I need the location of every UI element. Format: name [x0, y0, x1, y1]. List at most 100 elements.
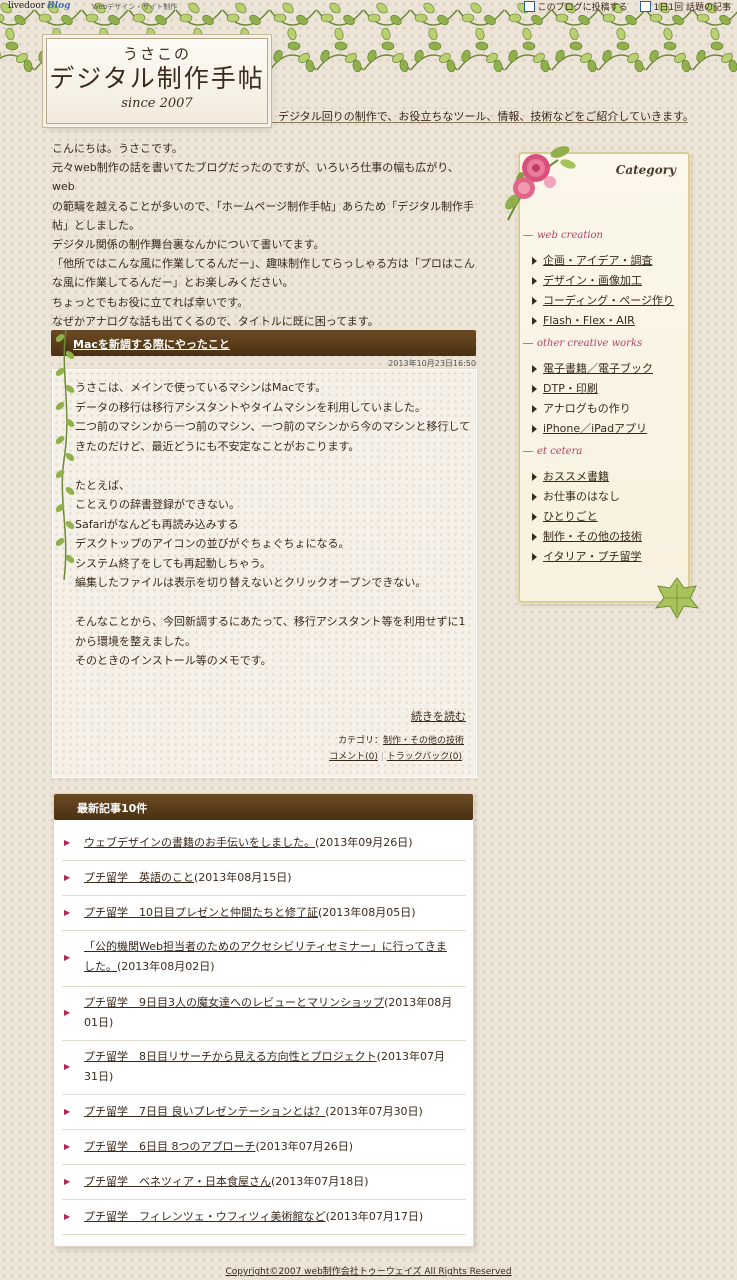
topics-link[interactable]: 1日1回 話題の記事 [639, 0, 731, 13]
bullet-arrow-icon: ▶ [64, 908, 71, 917]
title-line-3: since 2007 [121, 96, 193, 111]
recent-posts-title: 最新記事10件 [77, 802, 148, 815]
sidebar-category-item[interactable]: 企画・アイデア・調査 [532, 252, 652, 268]
recent-post-date: (2013年07月26日) [255, 1140, 354, 1153]
sidebar-category-item[interactable]: おススメ書籍 [532, 468, 609, 484]
recent-post-text: プチ留学 フィレンツェ・ウフィツィ美術館など(2013年07月17日) [84, 1207, 456, 1227]
sidebar-category-item: アナログもの作り [532, 400, 631, 416]
recent-post-text: ウェブデザインの書籍のお手伝いをしました。(2013年09月26日) [84, 833, 456, 853]
sidebar-title: Category [615, 163, 676, 177]
sidebar-category-item[interactable]: 電子書籍／電子ブック [532, 360, 653, 376]
title-line-1: うさこの [122, 45, 191, 63]
recent-post-link[interactable]: プチ留学 10日目プレゼンと仲間たちと修了証 [84, 906, 318, 919]
article-line: たとえば、 [75, 478, 130, 492]
article-line: データの移行は移行アシスタントやタイムマシンを利用していました。 [75, 400, 427, 414]
livedoor-blog-logo[interactable]: livedoor Blog [8, 1, 70, 11]
intro-line: なぜかアナログな話も出てくるので、タイトルに既に困ってます。 [52, 314, 379, 328]
rose-decoration [505, 146, 576, 221]
article-line: システム終了をしても再起動しちゃう。 [75, 556, 272, 570]
recent-post-item: ▶ プチ留学 9日目3人の魔女達へのレビューとマリンショップ(2013年08月01… [62, 987, 466, 1041]
article-line: そんなことから、今回新調するにあたって、移行アシスタント等を利用せずに1 [75, 615, 466, 628]
recent-post-item: ▶ ウェブデザインの書籍のお手伝いをしました。(2013年09月26日) [62, 826, 466, 861]
site-category-link[interactable]: Webデザイン・サイト制作 [92, 2, 177, 12]
ivy-vine-decoration [56, 330, 75, 580]
intro-line: の範疇を越えることが多いので、「ホームページ制作手帖」あらため「デジタル制作手 [52, 199, 474, 213]
bullet-arrow-icon: ▶ [64, 1008, 71, 1017]
sidebar-category-item[interactable]: iPhone／iPadアプリ [532, 420, 647, 436]
article-feedback: コメント(0) | トラックバック(0) [329, 749, 462, 762]
recent-post-link[interactable]: プチ留学 フィレンツェ・ウフィツィ美術館など [84, 1210, 326, 1223]
recent-post-date: (2013年09月26日) [315, 836, 413, 849]
article-line: から環境を整えました。 [75, 634, 196, 648]
post-link[interactable]: このブログに投稿する [523, 0, 628, 13]
article-line: うさこは、メインで使っているマシンはMacです。 [75, 381, 327, 394]
recent-post-date: (2013年07月17日) [325, 1210, 424, 1223]
comments-link[interactable]: コメント(0) [329, 752, 378, 762]
bullet-arrow-icon: ▶ [64, 838, 71, 847]
article-date: 2013年10月23日16:50 [388, 359, 476, 368]
recent-post-item: ▶ プチ留学 フィレンツェ・ウフィツィ美術館など(2013年07月17日) [62, 1200, 466, 1235]
recent-post-link[interactable]: プチ留学 7日目 良いプレゼンテーションとは？ [84, 1105, 325, 1118]
top-bar: livedoor Blog Webデザイン・サイト制作 このブログに投稿する 1日… [0, 0, 737, 14]
article-title-link[interactable]: Macを新調する際にやったこと [73, 336, 230, 352]
intro-line: ちょっとでもお役に立てれば幸いです。 [52, 295, 249, 309]
recent-post-item: ▶ プチ留学 ベネツィア・日本食屋さん(2013年07月18日) [62, 1165, 466, 1200]
page-icon [639, 1, 651, 12]
copyright-link[interactable]: Copyright©2007 web制作会社トゥーウェイズ All Rights… [225, 1267, 511, 1277]
recent-post-text: プチ留学 6日目 8つのアプローチ(2013年07月26日) [84, 1137, 456, 1157]
article-category: カテゴリ：制作・その他の技術 [337, 736, 464, 746]
intro-line: な風に作業してるんだー」とお楽しみください。 [52, 276, 294, 290]
intro-line: デジタル関係の制作舞台裏なんかについて書いてます。 [52, 238, 325, 252]
sidebar-category-item: お仕事のはなし [532, 488, 620, 504]
sidebar-category-item[interactable]: ひとりごと [532, 508, 598, 524]
recent-post-date: (2013年07月30日) [325, 1105, 423, 1118]
article-line: デスクトップのアイコンの並びがぐちょぐちょになる。 [75, 537, 350, 550]
footer: Copyright©2007 web制作会社トゥーウェイズ All Rights… [0, 1264, 737, 1277]
ivy-leaf-decoration [654, 577, 700, 619]
recent-post-item: ▶ 「公的機関Web担当者のためのアクセシビリティセミナー」に行ってきました。(2… [62, 931, 466, 987]
recent-post-text: プチ留学 7日目 良いプレゼンテーションとは？(2013年07月30日) [84, 1102, 456, 1122]
article-text: うさこは、メインで使っているマシンはMacです。 データの移行は移行アシスタント… [75, 378, 470, 671]
recent-post-link[interactable]: プチ留学 英語のこと [84, 871, 194, 884]
meta-separator: | [380, 752, 384, 762]
article-line: きたのだけど、最近どうにも不安定なことがおこります。 [75, 439, 360, 453]
sidebar-category-item[interactable]: 制作・その他の技術 [532, 528, 642, 544]
bullet-arrow-icon: ▶ [64, 1142, 71, 1151]
bullet-arrow-icon: ▶ [64, 953, 71, 962]
article-line: Safariがなんども再読み込みする [75, 517, 239, 531]
recent-post-link[interactable]: プチ留学 8日目リサーチから見える方向性とプロジェクト [84, 1050, 377, 1063]
recent-post-date: (2013年08月15日) [194, 871, 292, 884]
article-line [75, 456, 470, 476]
intro-line: 元々web制作の話を書いてたブログだったのですが、いろいろ仕事の幅も広がり、we… [52, 161, 459, 194]
article-category-link[interactable]: 制作・その他の技術 [383, 736, 464, 746]
recent-post-item: ▶ プチ留学 10日目プレゼンと仲間たちと修了証(2013年08月05日) [62, 896, 466, 931]
intro-line: 「他所ではこんな風に作業してるんだー」、趣味制作してらっしゃる方は「プロはこん [52, 257, 475, 271]
trackback-link[interactable]: トラックバック(0) [387, 752, 462, 762]
sidebar-category-item[interactable]: DTP・印刷 [532, 380, 598, 396]
sidebar-category-item[interactable]: コーディング・ページ作り [532, 292, 674, 308]
pencil-icon [523, 1, 535, 12]
article-line [75, 593, 470, 613]
recent-posts-box: 最新記事10件 ▶ ウェブデザインの書籍のお手伝いをしました。(2013年09月2… [54, 794, 473, 1246]
intro-line: こんにちは。うさこです。 [52, 142, 183, 155]
recent-post-item: ▶ プチ留学 6日目 8つのアプローチ(2013年07月26日) [62, 1130, 466, 1165]
recent-post-link[interactable]: プチ留学 ベネツィア・日本食屋さん [84, 1175, 271, 1188]
bullet-arrow-icon: ▶ [64, 1212, 71, 1221]
sidebar-category-item[interactable]: デザイン・画像加工 [532, 272, 642, 288]
article-title-bar: Macを新調する際にやったこと [51, 330, 476, 356]
recent-post-text: プチ留学 10日目プレゼンと仲間たちと修了証(2013年08月05日) [84, 903, 456, 923]
sidebar-category-item[interactable]: Flash・Flex・AIR [532, 312, 635, 328]
recent-post-link[interactable]: ウェブデザインの書籍のお手伝いをしました。 [84, 836, 315, 849]
site-title-plate[interactable]: うさこの デジタル制作手帖 since 2007 [46, 38, 268, 124]
recent-post-date: (2013年08月02日) [117, 960, 215, 973]
sidebar-section-heading: other creative works [523, 338, 642, 349]
recent-post-link[interactable]: プチ留学 6日目 8つのアプローチ [84, 1140, 256, 1153]
article-body: うさこは、メインで使っているマシンはMacです。 データの移行は移行アシスタント… [52, 369, 477, 778]
bullet-arrow-icon: ▶ [64, 1062, 71, 1071]
recent-post-item: ▶ プチ留学 7日目 良いプレゼンテーションとは？(2013年07月30日) [62, 1095, 466, 1130]
sidebar-category-item[interactable]: イタリア・プチ留学 [532, 548, 642, 564]
read-more-link[interactable]: 続きを読む [411, 708, 466, 724]
article-line: そのときのインストール等のメモです。 [75, 654, 272, 667]
recent-post-link[interactable]: プチ留学 9日目3人の魔女達へのレビューとマリンショップ [84, 996, 384, 1009]
recent-post-item: ▶ プチ留学 英語のこと(2013年08月15日) [62, 861, 466, 896]
